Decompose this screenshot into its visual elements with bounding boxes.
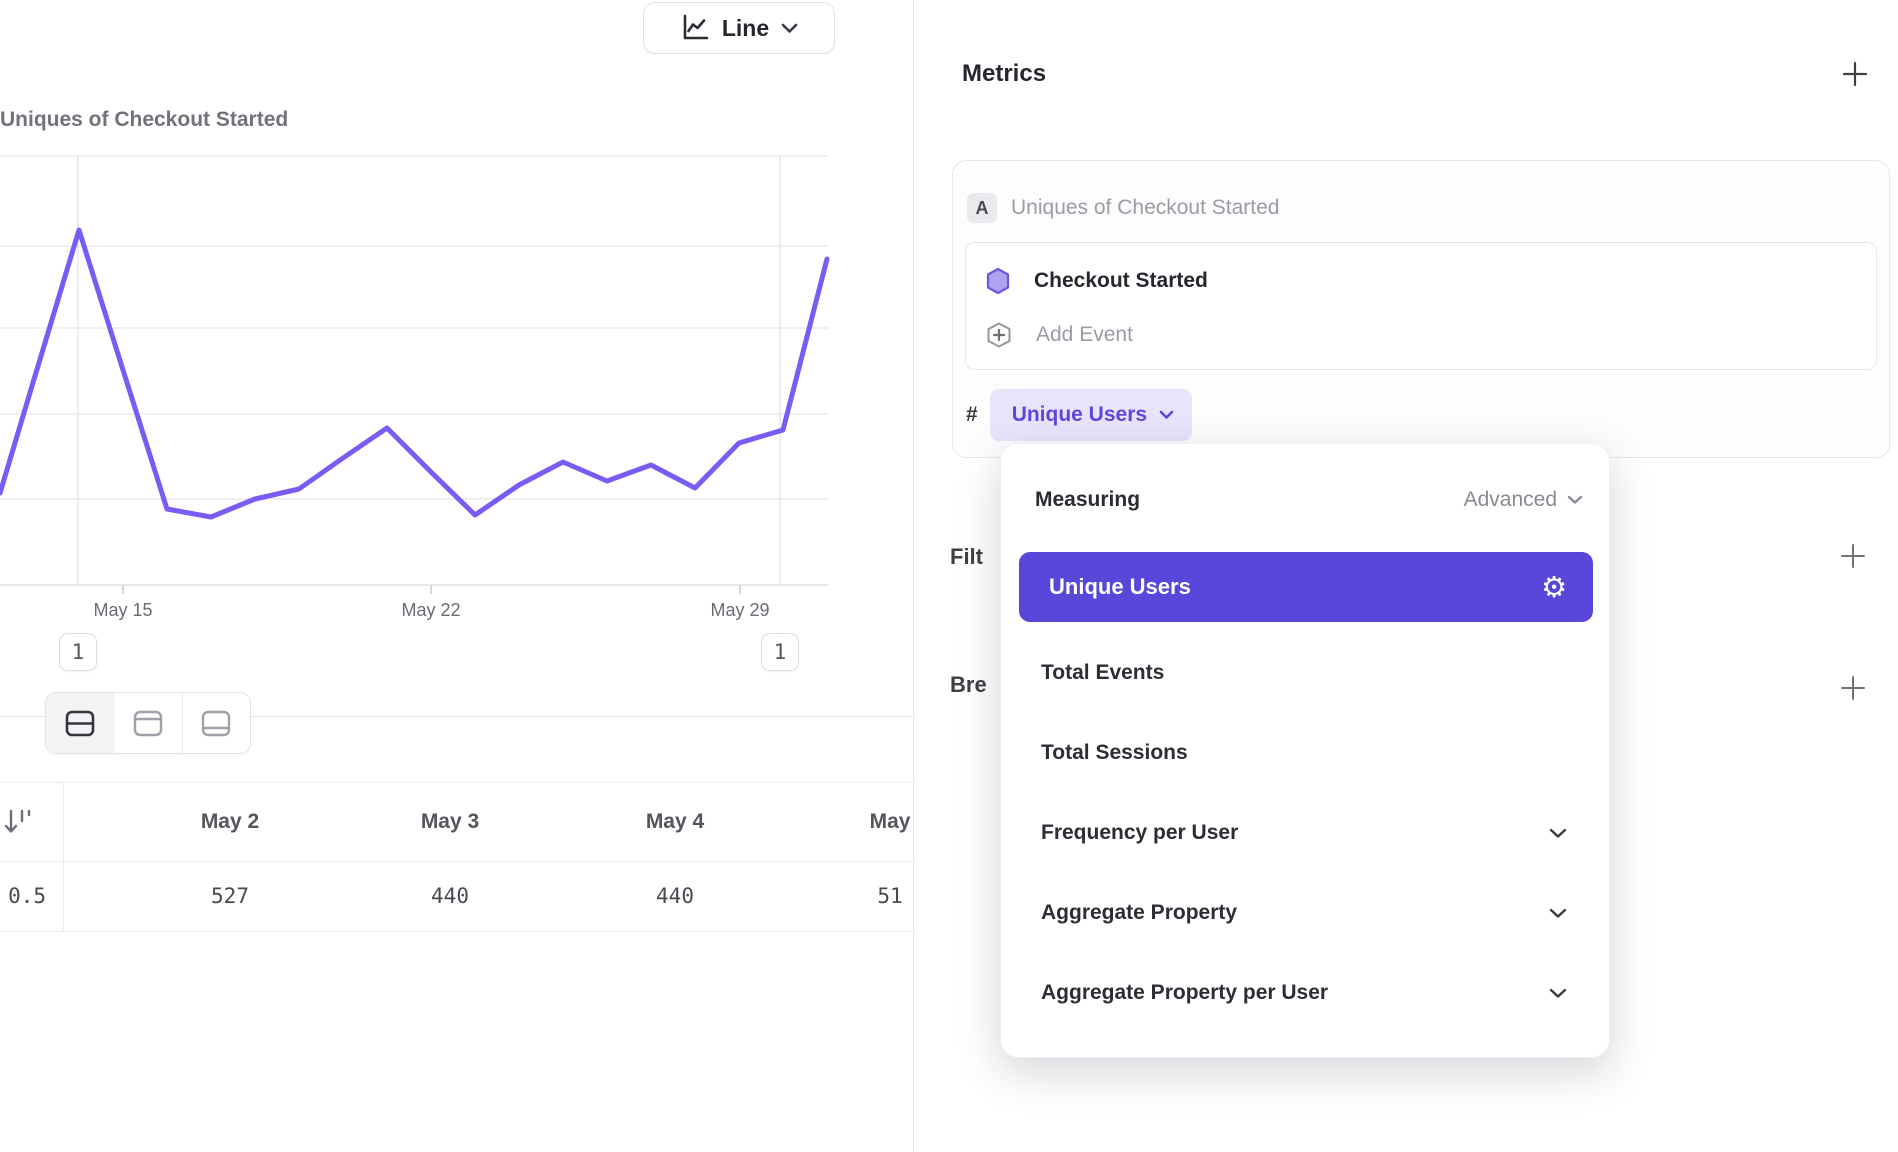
event-hexagon-icon (986, 267, 1010, 295)
layout-chart-bottom-button[interactable] (182, 693, 250, 753)
add-metric-button[interactable] (1840, 59, 1870, 89)
layout-table-top-button[interactable] (113, 693, 181, 753)
add-breakdown-button[interactable] (1838, 673, 1868, 703)
table-cell: 440 (431, 861, 469, 931)
layout-toggle-group (45, 692, 251, 754)
option-label: Total Events (1041, 661, 1567, 685)
chart-type-button[interactable]: Line (643, 2, 835, 54)
x-axis-label-may29: May 29 (710, 600, 769, 621)
split-view-icon (65, 710, 95, 737)
chevron-down-icon (781, 23, 798, 34)
advanced-label: Advanced (1464, 488, 1557, 512)
metric-name: Uniques of Checkout Started (1011, 193, 1280, 223)
chevron-down-icon (1549, 908, 1567, 919)
table-header-may2[interactable]: May 2 (201, 782, 259, 861)
event-name: Checkout Started (1034, 269, 1208, 293)
data-table: May 2 May 3 May 4 May 0.5 527 440 440 51 (0, 782, 913, 932)
gear-icon[interactable]: ⚙ (1541, 573, 1567, 602)
filters-section-label: Filt (950, 544, 983, 570)
table-header-may4[interactable]: May 4 (646, 782, 704, 861)
dropdown-header: Measuring Advanced (1035, 484, 1583, 516)
measuring-label: Measuring (1035, 488, 1140, 512)
line-chart-icon (680, 13, 710, 43)
add-filter-button[interactable] (1838, 541, 1868, 571)
table-row-header-value: 0.5 (0, 861, 46, 931)
chevron-down-icon (1549, 988, 1567, 999)
sort-descending-icon[interactable] (2, 807, 36, 837)
panel-divider (913, 0, 914, 1152)
table-cell: 440 (656, 861, 694, 931)
table-header-may3[interactable]: May 3 (421, 782, 479, 861)
metric-letter-badge: A (967, 193, 997, 223)
annotation-badge[interactable]: 1 (761, 633, 799, 671)
hash-icon: # (966, 403, 978, 427)
option-total-events[interactable]: Total Events (1019, 641, 1593, 705)
chevron-down-icon (1549, 828, 1567, 839)
chevron-down-icon (1159, 410, 1174, 420)
x-axis-label-may15: May 15 (93, 600, 152, 621)
event-row[interactable]: Checkout Started (986, 263, 1208, 299)
event-card: Checkout Started Add Event (965, 242, 1877, 370)
option-aggregate-property[interactable]: Aggregate Property (1019, 881, 1593, 945)
option-label: Total Sessions (1041, 741, 1567, 765)
x-axis-label-may22: May 22 (401, 600, 460, 621)
table-header-may5[interactable]: May (870, 782, 911, 861)
selected-option-label: Unique Users (1049, 574, 1541, 600)
option-label: Aggregate Property (1041, 901, 1549, 925)
option-total-sessions[interactable]: Total Sessions (1019, 721, 1593, 785)
option-label: Aggregate Property per User (1041, 981, 1549, 1005)
advanced-toggle[interactable]: Advanced (1464, 488, 1583, 512)
measurement-row: # Unique Users (966, 389, 1192, 441)
line-chart[interactable] (0, 0, 913, 650)
chevron-down-icon (1567, 495, 1583, 505)
add-event-icon (986, 321, 1012, 349)
option-aggregate-property-per-user[interactable]: Aggregate Property per User (1019, 961, 1593, 1025)
annotation-badge[interactable]: 1 (59, 633, 97, 671)
layout-split-button[interactable] (46, 693, 113, 753)
measurement-chip[interactable]: Unique Users (990, 389, 1192, 441)
metrics-section-title: Metrics (962, 60, 1046, 88)
table-cell: 527 (211, 861, 249, 931)
option-unique-users-selected[interactable]: Unique Users ⚙ (1019, 552, 1593, 622)
option-label: Frequency per User (1041, 821, 1549, 845)
table-cell: 51 (877, 861, 902, 931)
measuring-dropdown: Measuring Advanced Unique Users ⚙ Total … (1000, 443, 1610, 1058)
app-canvas: Uniques of Checkout Started May 15 May 2… (0, 0, 1898, 1152)
add-event-button[interactable]: Add Event (986, 317, 1133, 353)
chart-type-label: Line (722, 15, 769, 42)
breakdowns-section-label: Bre (950, 672, 987, 698)
metric-card: A Uniques of Checkout Started Checkout S… (952, 160, 1890, 458)
option-frequency-per-user[interactable]: Frequency per User (1019, 801, 1593, 865)
add-event-label: Add Event (1036, 323, 1133, 347)
chart-bottom-view-icon (201, 710, 231, 737)
table-top-view-icon (133, 710, 163, 737)
measurement-value: Unique Users (1012, 403, 1147, 427)
